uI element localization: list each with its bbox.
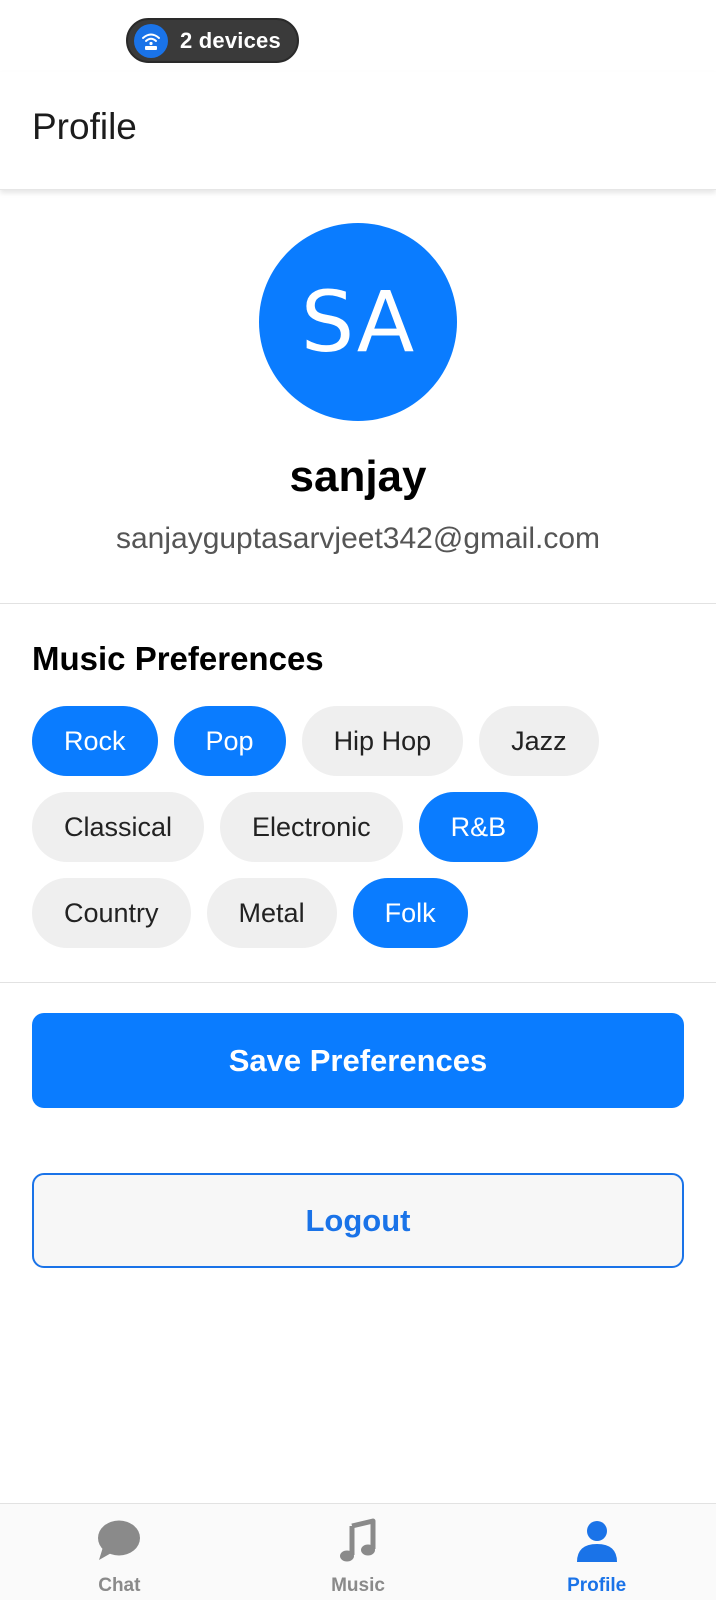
- music-preferences-title: Music Preferences: [32, 640, 324, 677]
- wifi-devices-icon: [134, 23, 168, 58]
- nav-label-music: Music: [331, 1575, 385, 1596]
- nav-item-music[interactable]: Music: [239, 1504, 478, 1600]
- music-note-icon: [335, 1518, 381, 1569]
- chat-icon: [96, 1518, 142, 1569]
- genre-chip-country[interactable]: Country: [32, 878, 191, 948]
- genre-chip-jazz[interactable]: Jazz: [479, 706, 599, 776]
- genre-chip-pop[interactable]: Pop: [173, 706, 286, 776]
- genre-chip-metal[interactable]: Metal: [206, 878, 337, 948]
- app-header: Profile: [0, 72, 716, 190]
- user-name: sanjay: [289, 452, 427, 501]
- genre-chip-electronic[interactable]: Electronic: [220, 792, 403, 862]
- genre-chip-r-b[interactable]: R&B: [418, 792, 539, 862]
- divider: [0, 603, 716, 604]
- user-email: sanjayguptasarvjeet342@gmail.com: [115, 522, 601, 555]
- save-preferences-button[interactable]: Save Preferences: [32, 1013, 684, 1108]
- divider: [0, 982, 716, 983]
- nav-label-chat: Chat: [98, 1575, 141, 1596]
- genre-chip-classical[interactable]: Classical: [32, 792, 205, 862]
- bottom-nav: Chat Music Profile: [0, 1503, 716, 1600]
- genre-chip-list: Rock Pop Hip Hop Jazz Classical Electronic R&B…: [32, 706, 692, 948]
- nav-label-profile: Profile: [567, 1575, 627, 1596]
- genre-chip-rock[interactable]: Rock: [32, 706, 158, 776]
- nav-item-chat[interactable]: Chat: [0, 1504, 239, 1600]
- person-icon: [574, 1518, 620, 1569]
- genre-chip-folk[interactable]: Folk: [352, 878, 468, 948]
- genre-chip-hip-hop[interactable]: Hip Hop: [301, 706, 464, 776]
- devices-count-label: 2 devices: [180, 27, 281, 53]
- devices-status-pill[interactable]: 2 devices: [126, 18, 299, 63]
- page-title: Profile: [32, 106, 137, 147]
- profile-screen: 2 devices Profile SA sanjay sanjayguptas…: [0, 0, 716, 1600]
- avatar: SA: [259, 223, 457, 421]
- nav-item-profile[interactable]: Profile: [477, 1504, 716, 1600]
- logout-button[interactable]: Logout: [32, 1173, 684, 1268]
